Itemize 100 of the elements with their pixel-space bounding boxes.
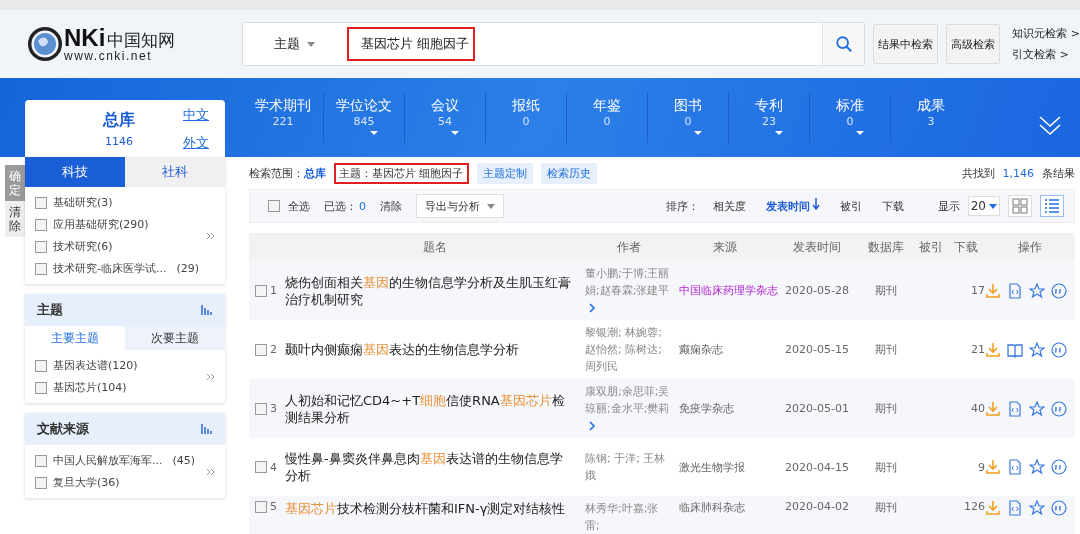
search-link[interactable]: 引文检索 > <box>1012 47 1080 62</box>
database-tab[interactable]: 报纸 0 <box>486 92 567 143</box>
checkbox[interactable] <box>35 359 47 372</box>
checkbox[interactable] <box>255 343 267 356</box>
double-chevron-icon[interactable] <box>206 231 215 240</box>
scope-button[interactable]: 主题定制 <box>476 162 533 184</box>
star-icon[interactable] <box>1029 500 1045 516</box>
document-icon[interactable] <box>1007 500 1023 516</box>
sort-option[interactable]: 下载 <box>875 198 910 214</box>
date-cell-text: 2020-05-28 <box>784 284 850 297</box>
download-icon[interactable] <box>985 459 1001 475</box>
database-tab[interactable]: 成果 3 <box>891 92 971 143</box>
database-tab[interactable]: 图书 0 <box>648 92 729 143</box>
checkbox[interactable] <box>255 284 267 297</box>
clear-button[interactable]: 清除 <box>374 197 408 215</box>
sort-option[interactable]: 相关度 <box>706 198 752 214</box>
filter-item[interactable]: 基因芯片(104) <box>53 380 127 395</box>
filter-item[interactable]: 技术研究(6) <box>53 239 113 254</box>
list-view-button[interactable] <box>1040 195 1064 217</box>
source-link[interactable]: 癫痫杂志 <box>673 342 777 357</box>
filter-item[interactable]: 基因表达谱(120) <box>53 358 138 373</box>
side-button[interactable]: 清除 <box>5 201 25 237</box>
bar-chart-icon[interactable] <box>201 305 213 315</box>
document-icon[interactable] <box>1007 400 1023 417</box>
quote-icon[interactable] <box>1051 341 1067 358</box>
checkbox[interactable] <box>35 381 47 394</box>
checkbox[interactable] <box>255 500 267 513</box>
topic-tab[interactable]: 次要主题 <box>125 326 225 350</box>
filter-item[interactable]: 应用基础研究(290) <box>53 217 149 232</box>
checkbox[interactable] <box>35 218 47 231</box>
quote-icon[interactable] <box>1051 459 1067 475</box>
filter-item[interactable]: 技术研究-临床医学试... <box>53 261 167 276</box>
checkbox[interactable] <box>255 461 267 473</box>
star-icon[interactable] <box>1029 400 1045 417</box>
checkbox[interactable] <box>35 262 47 275</box>
source-link[interactable]: 免疫学杂志 <box>673 401 777 416</box>
category-tab[interactable]: 科技 <box>25 157 125 187</box>
quote-icon[interactable] <box>1051 282 1067 299</box>
checkbox[interactable] <box>35 240 47 253</box>
author-list: 黎银潮; 林婉蓉; 赵怡然; 陈树达; 周列民 <box>585 326 662 373</box>
double-chevron-icon[interactable] <box>1038 113 1062 137</box>
book-icon[interactable] <box>1007 341 1023 358</box>
article-title-link[interactable]: 颞叶内侧癫痫基因表达的生物信息学分析 <box>285 341 585 358</box>
search-link[interactable]: 知识元检索 > <box>1012 26 1080 41</box>
chevron-right-icon[interactable] <box>587 421 597 431</box>
document-icon[interactable] <box>1007 459 1023 475</box>
download-icon[interactable] <box>985 400 1001 417</box>
download-icon[interactable] <box>985 282 1001 299</box>
export-dropdown[interactable]: 导出与分析 <box>416 194 504 218</box>
page-size-select[interactable]: 20 <box>967 196 1000 216</box>
search-button[interactable] <box>822 23 865 65</box>
select-all-label[interactable]: 全选 <box>288 198 310 214</box>
checkbox[interactable] <box>268 200 280 212</box>
bar-chart-icon[interactable] <box>201 424 213 434</box>
library-title[interactable]: 总库 <box>103 109 135 131</box>
download-icon[interactable] <box>985 500 1001 516</box>
article-title-link[interactable]: 烧伤创面相关基因的生物信息学分析及生肌玉红膏治疗机制研究 <box>285 273 585 308</box>
checkbox[interactable] <box>35 476 47 489</box>
double-chevron-icon[interactable] <box>206 467 215 476</box>
article-title-link[interactable]: 慢性鼻-鼻窦炎伴鼻息肉基因表达谱的生物信息学分析 <box>285 450 585 484</box>
filter-item[interactable]: 中国人民解放军海军... <box>53 453 163 468</box>
double-chevron-icon[interactable] <box>206 372 215 381</box>
checkbox[interactable] <box>35 454 47 467</box>
field-select[interactable]: 主题 <box>242 34 347 54</box>
down-arrow-icon[interactable] <box>811 198 820 210</box>
checkbox[interactable] <box>255 402 267 415</box>
grid-view-button[interactable] <box>1008 195 1032 217</box>
search-field[interactable]: 基因芯片 细胞因子 <box>346 27 475 61</box>
sort-option[interactable]: 被引 <box>833 198 868 214</box>
article-title-link[interactable]: 基因芯片技术检测分枝杆菌和IFN-γ测定对结核性 <box>285 500 585 517</box>
star-icon[interactable] <box>1029 282 1045 299</box>
source-link[interactable]: 激光生物学报 <box>673 459 777 475</box>
database-tab[interactable]: 学位论文 845 <box>324 92 405 143</box>
filter-item[interactable]: 基础研究(3) <box>53 195 113 210</box>
article-title-link[interactable]: 人初始和记忆CD4~+T细胞信使RNA基因芯片检测结果分析 <box>285 391 585 426</box>
search-icon[interactable] <box>834 35 853 53</box>
database-tab[interactable]: 年鉴 0 <box>567 92 648 143</box>
star-icon[interactable] <box>1029 341 1045 358</box>
language-link[interactable]: 外文 <box>183 134 209 152</box>
search-option-button[interactable]: 结果中检索 <box>873 24 939 64</box>
quote-icon[interactable] <box>1051 500 1067 516</box>
scope-button[interactable]: 检索历史 <box>540 162 597 184</box>
search-option-button[interactable]: 高级检索 <box>946 24 1001 64</box>
source-link[interactable]: 中国临床药理学杂志 <box>673 283 777 298</box>
document-icon[interactable] <box>1007 282 1023 299</box>
filter-item[interactable]: 复旦大学(36) <box>53 475 120 490</box>
source-link[interactable]: 临床肺科杂志 <box>673 500 777 515</box>
database-tab[interactable]: 学术期刊 221 <box>243 92 324 143</box>
database-tab[interactable]: 标准 0 <box>810 92 891 143</box>
download-icon[interactable] <box>985 341 1001 358</box>
scope-value[interactable]: 总库 <box>304 165 326 181</box>
database-tab[interactable]: 会议 54 <box>405 92 486 143</box>
category-tab[interactable]: 社科 <box>125 157 225 187</box>
star-icon[interactable] <box>1029 459 1045 475</box>
sort-option[interactable]: 发表时间 <box>759 198 826 214</box>
language-link[interactable]: 中文 <box>183 106 209 124</box>
database-tab[interactable]: 专利 23 <box>729 92 810 143</box>
quote-icon[interactable] <box>1051 400 1067 417</box>
chevron-right-icon[interactable] <box>587 303 597 313</box>
checkbox[interactable] <box>35 196 47 209</box>
